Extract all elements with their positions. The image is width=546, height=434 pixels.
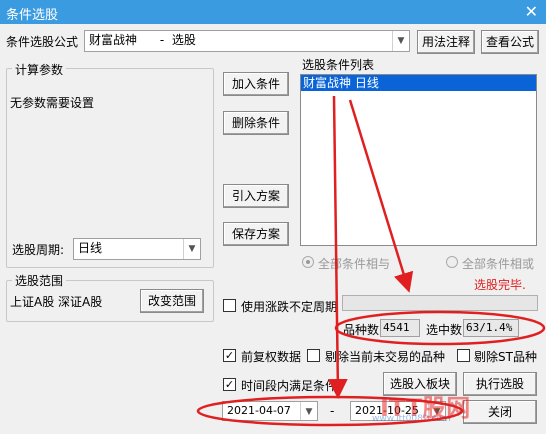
variable-period-label: 使用涨跌不定周期 xyxy=(241,300,338,314)
watermark-url: www.itt0082.com xyxy=(372,414,451,424)
time-range-checkbox[interactable]: ✓ xyxy=(223,378,236,391)
variable-period-checkbox[interactable] xyxy=(223,299,236,312)
period-label: 选股周期: xyxy=(12,243,65,257)
period-select[interactable]: 日线 ▼ xyxy=(73,238,201,260)
date-separator: - xyxy=(330,404,335,418)
delete-condition-button[interactable]: 删除条件 xyxy=(223,111,289,135)
all-and-label: 全部条件相与 xyxy=(318,257,391,271)
chevron-down-icon[interactable]: ▼ xyxy=(300,402,317,420)
all-or-radio[interactable] xyxy=(446,256,458,268)
forward-adjust-checkbox[interactable]: ✓ xyxy=(223,349,236,362)
selected-value: 63/1.4% xyxy=(463,319,519,337)
start-date-value: 2021-04-07 xyxy=(227,404,291,417)
status-text: 选股完毕. xyxy=(474,278,526,292)
time-range-label: 时间段内满足条件 xyxy=(241,379,338,393)
forward-adjust-label: 前复权数据 xyxy=(241,350,302,364)
params-message: 无参数需要设置 xyxy=(10,96,95,110)
range-group-title: 选股范围 xyxy=(12,272,67,289)
selected-label: 选中数 xyxy=(426,323,463,337)
exclude-st-checkbox[interactable] xyxy=(457,349,470,362)
condition-list[interactable]: 财富战神 日线 xyxy=(300,74,537,246)
period-select-value: 日线 xyxy=(78,241,103,255)
condition-list-title: 选股条件列表 xyxy=(302,58,375,72)
close-icon[interactable]: ✕ xyxy=(525,2,538,21)
save-plan-button[interactable]: 保存方案 xyxy=(223,222,289,246)
list-item[interactable]: 财富战神 日线 xyxy=(301,75,536,91)
window-title: 条件选股 xyxy=(6,8,59,23)
view-formula-button[interactable]: 查看公式 xyxy=(481,30,539,54)
formula-label: 条件选股公式 xyxy=(6,35,79,49)
all-or-label: 全部条件相或 xyxy=(462,257,535,271)
start-date-picker[interactable]: 2021-04-07 ▼ xyxy=(222,401,318,421)
title-bar: 条件选股 ✕ xyxy=(0,0,546,24)
progress-bar xyxy=(342,295,538,311)
chevron-down-icon[interactable]: ▼ xyxy=(183,239,200,259)
chevron-down-icon[interactable]: ▼ xyxy=(392,31,409,51)
formula-select[interactable]: 财富战神 - 选股 ▼ xyxy=(84,30,410,52)
formula-select-value: 财富战神 - 选股 xyxy=(89,33,196,47)
all-and-radio[interactable] xyxy=(302,256,314,268)
range-markets: 上证A股 深证A股 xyxy=(10,295,103,309)
exclude-untraded-label: 剔除当前未交易的品种 xyxy=(325,350,446,364)
count-value: 4541 xyxy=(380,319,420,337)
change-range-button[interactable]: 改变范围 xyxy=(140,289,204,313)
usage-notes-button[interactable]: 用法注释 xyxy=(417,30,475,54)
count-label: 品种数 xyxy=(343,323,380,337)
close-button[interactable]: 关闭 xyxy=(463,400,537,424)
params-group-title: 计算参数 xyxy=(12,61,67,78)
execute-button[interactable]: 执行选股 xyxy=(463,372,537,396)
exclude-untraded-checkbox[interactable] xyxy=(307,349,320,362)
add-condition-button[interactable]: 加入条件 xyxy=(223,72,289,96)
import-plan-button[interactable]: 引入方案 xyxy=(223,184,289,208)
exclude-st-label: 剔除ST品种 xyxy=(474,350,537,364)
